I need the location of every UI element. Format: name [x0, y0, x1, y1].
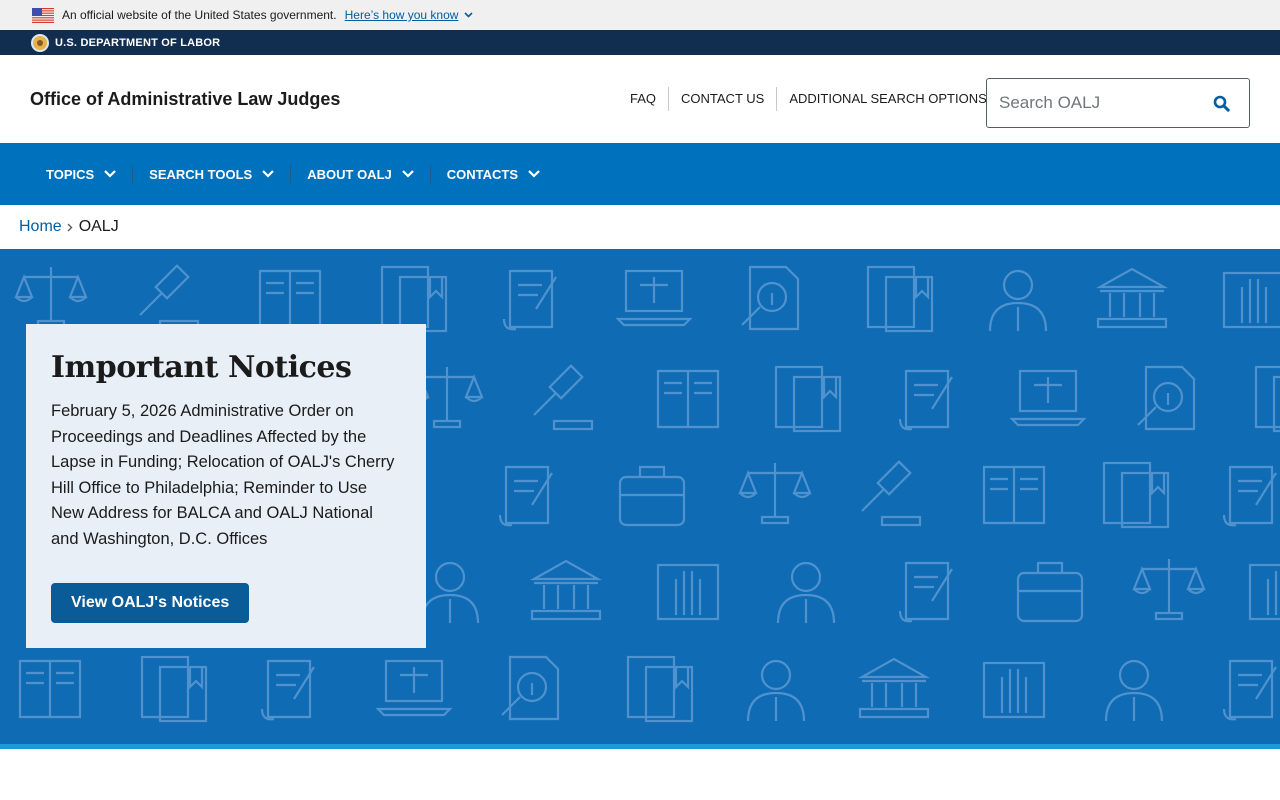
hero-bottom-border: [0, 744, 1280, 749]
search-box: [986, 78, 1250, 128]
important-notices-card: Important Notices February 5, 2026 Admin…: [26, 324, 426, 648]
util-link-additional-search[interactable]: ADDITIONAL SEARCH OPTIONS: [776, 87, 998, 111]
breadcrumb: Home OALJ: [19, 218, 119, 236]
pattern-row-5: [18, 655, 1278, 723]
utility-nav: FAQ CONTACT US ADDITIONAL SEARCH OPTIONS: [618, 87, 999, 111]
how-you-know-link[interactable]: Here’s how you know: [345, 8, 474, 22]
main-nav: TOPICS SEARCH TOOLS ABOUT OALJ CONTACTS: [0, 143, 1280, 205]
search-button[interactable]: [1199, 79, 1243, 127]
chevron-down-icon: [262, 170, 275, 178]
util-link-faq[interactable]: FAQ: [618, 87, 668, 111]
dol-seal-icon[interactable]: [31, 33, 49, 52]
notices-body: February 5, 2026 Administrative Order on…: [51, 402, 395, 548]
pattern-row-4: [420, 557, 1280, 625]
chevron-down-icon: [104, 170, 116, 178]
department-bar: U.S. DEPARTMENT OF LABOR: [0, 30, 1280, 55]
gov-banner-text: An official website of the United States…: [62, 8, 337, 22]
nav-topics-label: TOPICS: [46, 166, 95, 182]
nav-about-oalj-label: ABOUT OALJ: [307, 166, 392, 182]
nav-search-tools-label: SEARCH TOOLS: [149, 166, 253, 182]
breadcrumb-current: OALJ: [78, 218, 119, 235]
chevron-down-icon: [401, 170, 414, 178]
chevron-down-icon: [528, 170, 540, 178]
chevron-down-icon: [464, 12, 474, 18]
pattern-row-3: [498, 460, 1278, 529]
nav-search-tools[interactable]: SEARCH TOOLS: [132, 165, 290, 183]
search-icon: [1213, 95, 1230, 112]
how-you-know-label: Here’s how you know: [344, 8, 459, 22]
chevron-right-icon: [67, 223, 73, 232]
site-header: Office of Administrative Law Judges FAQ …: [0, 55, 1280, 143]
breadcrumb-home[interactable]: Home: [19, 218, 62, 236]
notices-title: Important Notices: [51, 350, 352, 385]
gov-banner: An official website of the United States…: [0, 0, 1280, 30]
util-link-contact-us[interactable]: CONTACT US: [668, 87, 776, 111]
view-notices-button[interactable]: View OALJ's Notices: [51, 583, 250, 623]
us-flag-icon: [32, 7, 54, 23]
site-title[interactable]: Office of Administrative Law Judges: [30, 89, 340, 110]
nav-contacts[interactable]: CONTACTS: [429, 165, 556, 183]
nav-about-oalj[interactable]: ABOUT OALJ: [290, 165, 430, 183]
nav-topics[interactable]: TOPICS: [30, 165, 132, 183]
search-input[interactable]: [987, 79, 1199, 127]
pattern-row-1: [14, 264, 1280, 333]
department-name[interactable]: U.S. DEPARTMENT OF LABOR: [55, 37, 220, 49]
pattern-row-2: [410, 364, 1280, 433]
nav-contacts-label: CONTACTS: [446, 166, 518, 182]
